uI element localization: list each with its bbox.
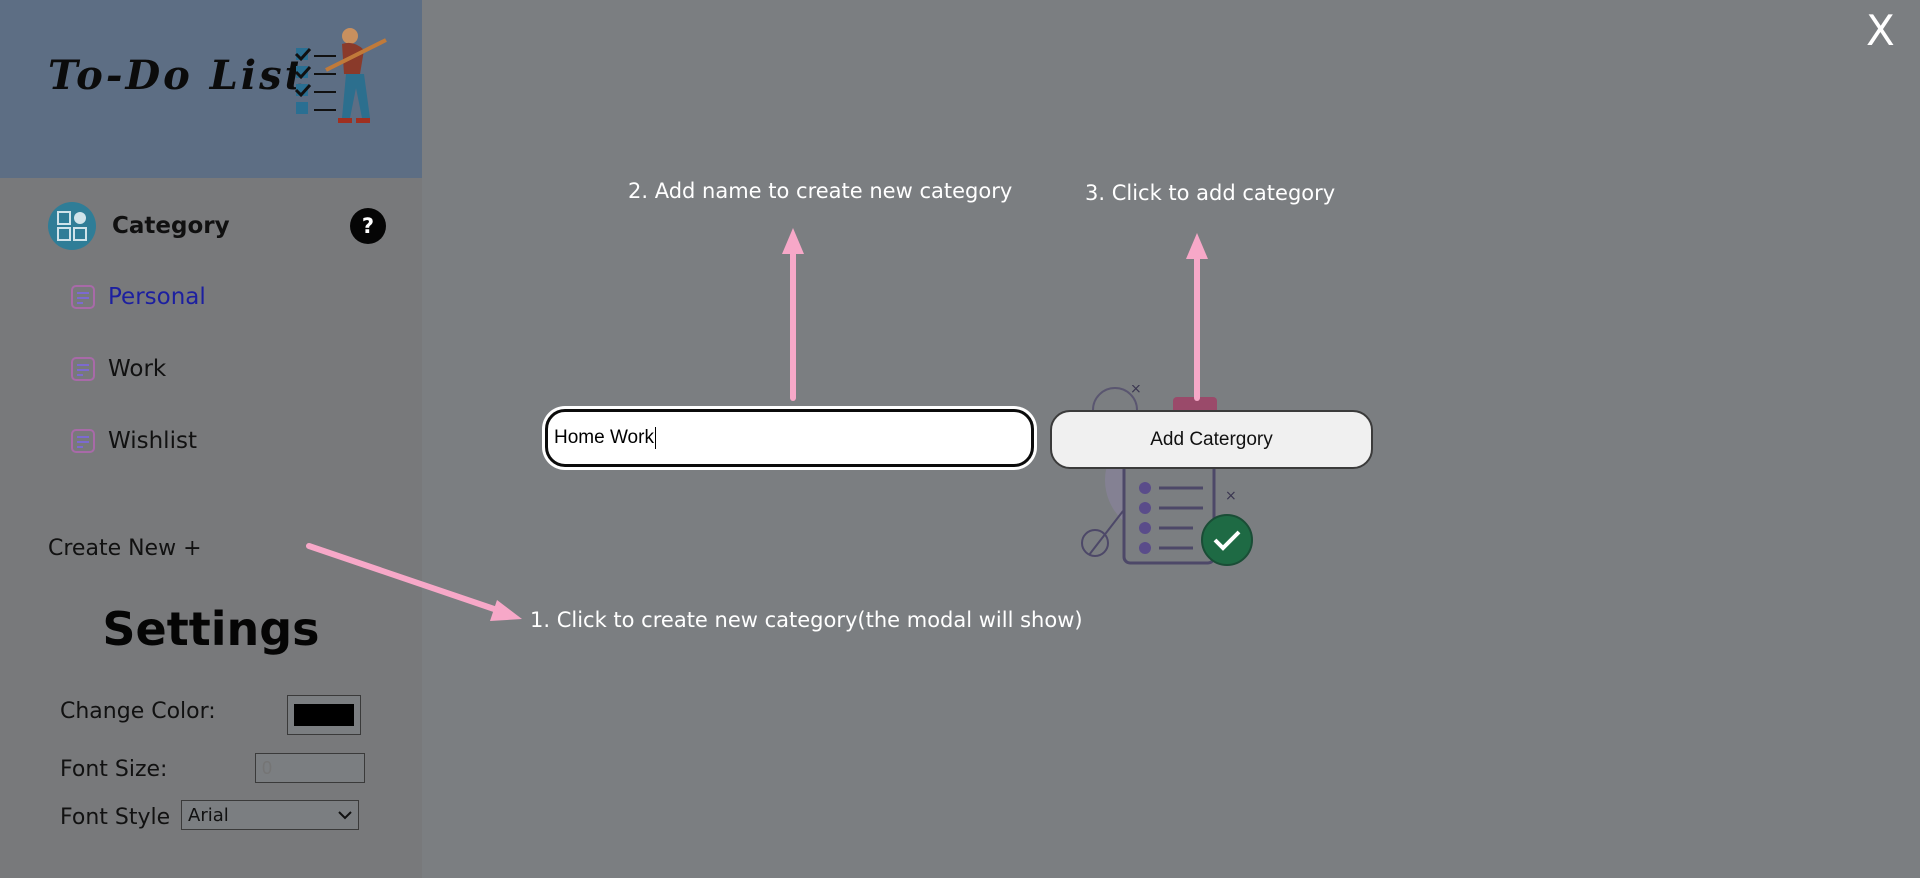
arrow-to-input	[782, 228, 804, 401]
hint-step-1: 1. Click to create new category(the moda…	[530, 608, 1083, 632]
hint-step-2: 2. Add name to create new category	[628, 179, 1013, 203]
arrow-to-add-button	[1186, 233, 1208, 401]
hint-step-3: 3. Click to add category	[1085, 181, 1336, 205]
guide-arrows	[306, 228, 1208, 621]
arrow-from-create-new	[306, 543, 522, 621]
